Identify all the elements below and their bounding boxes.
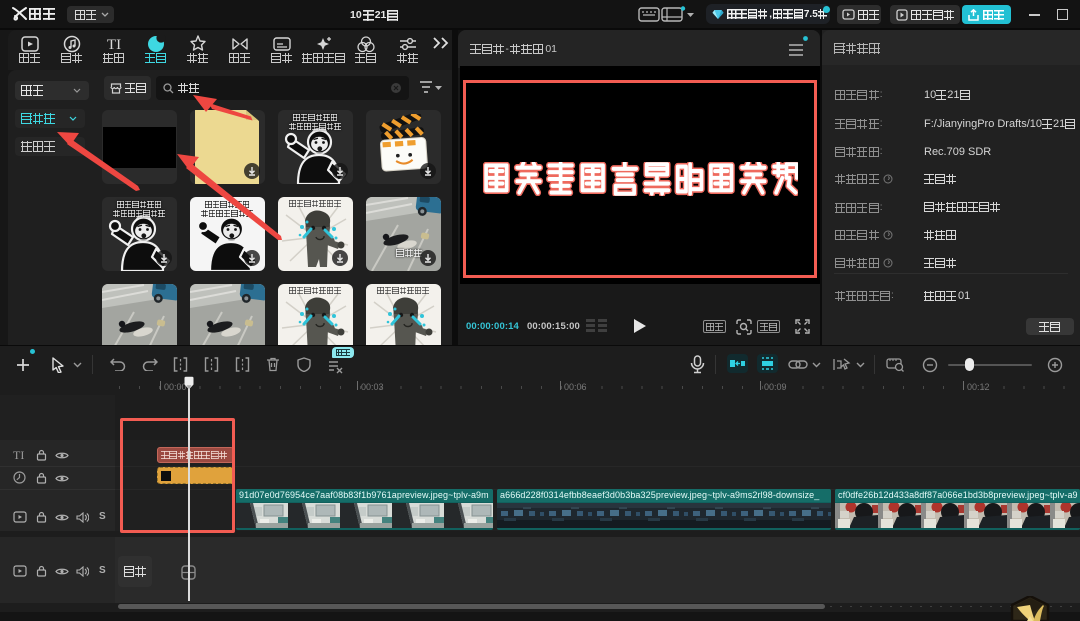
svg-text:TI: TI — [107, 37, 121, 53]
